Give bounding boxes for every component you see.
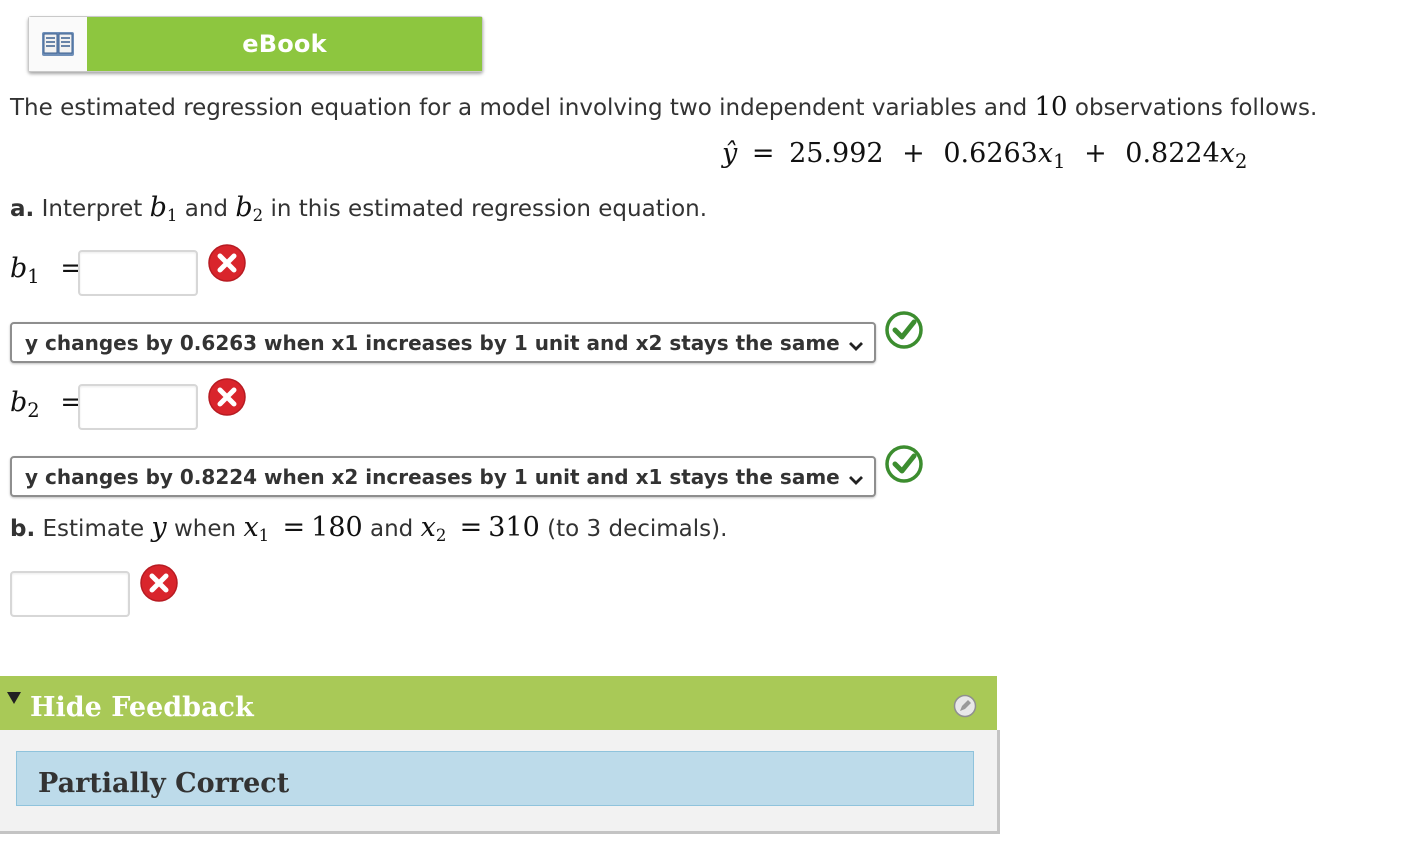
part-b-x1-sub: 1 [258,525,270,545]
hide-feedback-toggle[interactable]: Hide Feedback [30,692,254,723]
equation-intercept: 25.992 [789,138,884,169]
incorrect-icon [139,563,179,603]
equation-plus-2: + [1084,138,1107,169]
incorrect-icon [207,377,247,417]
equation-x2: x [1219,138,1235,169]
part-b-x2-value: 310 [488,512,540,543]
part-b-letter: b. [10,516,36,542]
intro-text-after: observations follows. [1074,95,1318,121]
estimate-y-input[interactable] [10,571,130,617]
b2-label-sub: 2 [27,398,40,422]
incorrect-icon [207,243,247,283]
part-a-b2-sub: 2 [252,205,264,225]
equation-x1-sub: 1 [1053,149,1066,173]
equation-plus-1: + [902,138,925,169]
feedback-status-text: Partially Correct [38,768,290,799]
part-b-x1-var: x [243,512,259,543]
b2-label: b2 = [10,387,83,422]
observation-count: 10 [1034,92,1068,122]
b2-select-value: y changes by 0.8224 when x2 increases by… [25,464,840,489]
part-a-text-and: and [184,196,229,222]
b1-label: b1 = [10,253,83,288]
part-a-prompt: a. Interpret b1 and b2 in this estimated… [10,192,707,225]
part-a-text-interpret: Interpret [41,196,143,222]
part-b-x1-value: 180 [311,512,363,543]
b2-input[interactable] [78,384,198,430]
equation-x2-sub: 2 [1235,149,1248,173]
correct-icon [884,444,924,484]
part-b-equals-1: = [282,512,306,543]
b1-interpretation-select[interactable]: y changes by 0.6263 when x1 increases by… [10,322,876,363]
part-a-text-rest: in this estimated regression equation. [270,196,708,222]
part-b-prompt: b. Estimate y when x1 = 180 and x2 = 310 (… [10,512,727,545]
b1-input[interactable] [78,250,198,296]
equation-b2: 0.8224 [1125,138,1220,169]
part-b-text-note: (to 3 decimals). [547,516,728,542]
equation-yhat: ŷ [722,138,738,169]
regression-equation: ŷ = 25.992 + 0.6263x1 + 0.8224x2 [722,138,1247,173]
b2-interpretation-select[interactable]: y changes by 0.8224 when x2 increases by… [10,456,876,497]
equation-x1: x [1037,138,1054,169]
part-b-equals-2: = [459,512,483,543]
chevron-down-icon [848,469,864,493]
ebook-label: eBook [87,17,482,71]
part-a-b1-var: b [149,192,167,223]
part-b-x2-var: x [420,512,436,543]
part-b-text-and: and [370,516,414,542]
part-b-text-when: when [174,516,237,542]
book-icon [29,17,87,71]
part-b-y-var: y [151,512,167,543]
part-a-letter: a. [10,196,35,222]
part-a-b2-var: b [235,192,253,223]
edit-icon[interactable] [953,694,977,722]
part-b-text-estimate: Estimate [42,516,145,542]
ebook-button[interactable]: eBook [28,16,483,72]
b1-label-var: b [10,253,28,284]
part-a-b1-sub: 1 [166,205,178,225]
equation-b1: 0.6263 [943,138,1038,169]
triangle-down-icon [6,690,22,709]
intro-text-before: The estimated regression equation for a … [10,95,1028,121]
part-b-x2-sub: 2 [435,525,447,545]
chevron-down-icon [848,335,864,359]
b1-label-sub: 1 [27,264,40,288]
correct-icon [884,310,924,350]
b2-label-var: b [10,387,28,418]
problem-statement: The estimated regression equation for a … [10,92,1317,122]
equation-equals: = [751,138,775,169]
b1-select-value: y changes by 0.6263 when x1 increases by… [25,330,840,355]
